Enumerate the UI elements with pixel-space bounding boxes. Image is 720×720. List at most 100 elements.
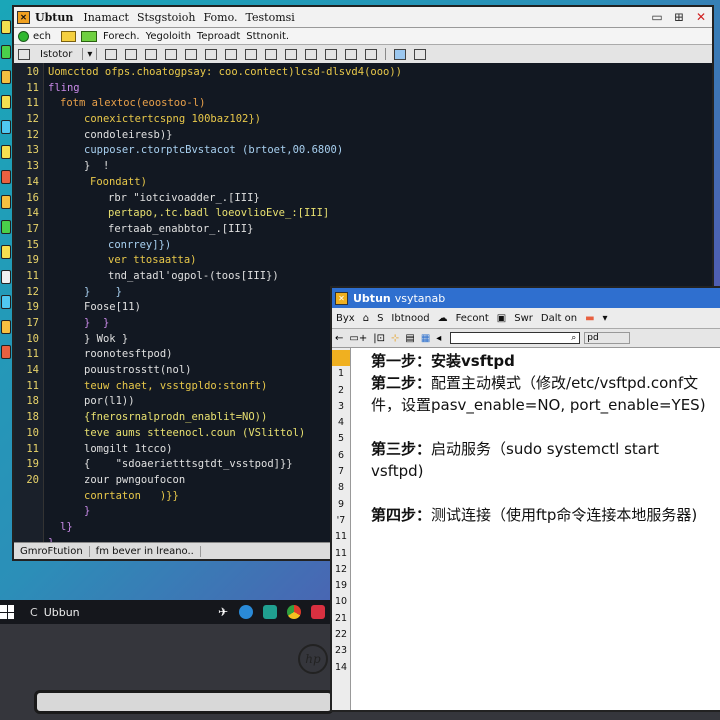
desktop-app-icon[interactable] bbox=[1, 345, 11, 359]
line-number: 17 bbox=[26, 222, 39, 235]
menu-item[interactable]: Teproadt bbox=[197, 31, 240, 42]
dropdown-icon[interactable]: ▾ bbox=[87, 49, 92, 60]
desktop-app-icon[interactable] bbox=[1, 95, 11, 109]
chrome-icon[interactable] bbox=[287, 605, 301, 619]
menu-item[interactable]: Dalt on bbox=[541, 313, 577, 324]
menu-item[interactable]: Fecont bbox=[456, 313, 489, 324]
editor-toolbar: Istotor ▾ bbox=[14, 45, 712, 64]
back-icon[interactable]: ← bbox=[335, 333, 343, 344]
title-menu-item[interactable]: Testomsi bbox=[246, 11, 295, 24]
line-number: 18 bbox=[26, 395, 39, 408]
line-number: 11 bbox=[334, 531, 348, 543]
line-number: 18 bbox=[26, 411, 39, 424]
search-input[interactable]: ⌕ bbox=[450, 332, 581, 344]
edge-browser-icon[interactable] bbox=[239, 605, 253, 619]
divider bbox=[82, 48, 84, 60]
minimize-button[interactable]: ▭ bbox=[646, 8, 668, 26]
folder-icon[interactable] bbox=[61, 30, 76, 42]
split-icon[interactable]: |⊡ bbox=[373, 333, 385, 344]
maximize-button[interactable]: ⊞ bbox=[668, 8, 690, 26]
notepad-body[interactable]: 1 2 3 4 5 6 7 8 9'7 11 11 12 19 10 21 22 23 14 第一步：安装vsft… bbox=[332, 348, 720, 710]
notepad-app-name: Ubtun bbox=[353, 291, 391, 305]
line-number: 8 bbox=[337, 482, 345, 494]
taskbar-app-label[interactable]: Ubbun bbox=[44, 606, 80, 619]
desktop-app-icon[interactable] bbox=[1, 295, 11, 309]
desktop-app-icon[interactable] bbox=[1, 320, 11, 334]
line-number: 14 bbox=[26, 175, 39, 188]
line-number-gutter: 10 11 11 12 12 13 13 14 16 14 17 15 19 11 12 19 17 10 11 14… bbox=[14, 63, 44, 543]
cut-icon[interactable] bbox=[165, 48, 178, 60]
color-bar-icon[interactable]: ▬ bbox=[585, 313, 594, 324]
desktop-app-icon[interactable] bbox=[1, 20, 11, 34]
menu-item[interactable]: Yegoloith bbox=[146, 31, 191, 42]
bookmark-icon[interactable] bbox=[325, 48, 338, 60]
panel-icon[interactable]: ▦ bbox=[421, 333, 430, 344]
notepad-menubar: Byx ⌂ S Ibtnood ☁ Fecont ▣ Swr Dalt on ▬… bbox=[332, 308, 720, 329]
line-number: 12 bbox=[26, 113, 39, 126]
paste-icon[interactable] bbox=[205, 48, 218, 60]
notepad-text[interactable]: 第一步：安装vsftpd 第二步：配置主动模式（修改/etc/vsftpd.co… bbox=[351, 348, 720, 710]
desktop-app-icon[interactable] bbox=[1, 170, 11, 184]
search-icon[interactable]: C bbox=[30, 606, 38, 619]
desktop-app-icon[interactable] bbox=[1, 220, 11, 234]
cloud-icon[interactable]: ☁ bbox=[438, 313, 448, 324]
split-icon[interactable] bbox=[414, 48, 427, 60]
redo-icon[interactable] bbox=[245, 48, 258, 60]
menu-item[interactable]: Swr bbox=[514, 313, 533, 324]
desktop-app-icon[interactable] bbox=[1, 270, 11, 284]
chevron-down-icon[interactable]: ▾ bbox=[603, 313, 608, 324]
menu-item[interactable]: Sttnonit. bbox=[246, 31, 289, 42]
start-button[interactable] bbox=[0, 605, 14, 619]
menu-item[interactable]: S bbox=[377, 313, 383, 324]
line-number: 19 bbox=[334, 580, 348, 592]
line-number: 12 bbox=[334, 563, 348, 575]
code-line: ver ttosaatta) bbox=[108, 254, 197, 267]
open-file-icon[interactable] bbox=[125, 48, 138, 60]
panel-icon[interactable] bbox=[394, 48, 407, 60]
document-icon[interactable]: ▤ bbox=[405, 333, 414, 344]
notepad-window: ✕ Ubtun vsytanab Byx ⌂ S Ibtnood ☁ Fecon… bbox=[330, 286, 720, 712]
desktop-app-icon[interactable] bbox=[1, 120, 11, 134]
home-icon[interactable] bbox=[305, 48, 318, 60]
desktop-app-icon[interactable] bbox=[1, 195, 11, 209]
desktop-app-icon[interactable] bbox=[1, 145, 11, 159]
new-file-icon[interactable] bbox=[105, 48, 118, 60]
line-number: 11 bbox=[26, 269, 39, 282]
menu-item[interactable]: Byx bbox=[336, 313, 355, 324]
desktop-app-icon[interactable] bbox=[1, 70, 11, 84]
store-icon[interactable] bbox=[263, 605, 277, 619]
menu-item[interactable]: Forech. bbox=[103, 31, 140, 42]
desktop-app-icon[interactable] bbox=[1, 45, 11, 59]
close-button[interactable]: ✕ bbox=[690, 8, 712, 26]
line-number: 6 bbox=[337, 449, 345, 461]
menu-item[interactable]: Ibtnood bbox=[391, 313, 429, 324]
checkbox-icon[interactable] bbox=[18, 48, 30, 60]
home-icon[interactable]: ⌂ bbox=[363, 313, 369, 324]
title-menu-item[interactable]: Inamact bbox=[83, 11, 129, 24]
line-number: 7 bbox=[337, 466, 345, 478]
line-number: 11 bbox=[26, 348, 39, 361]
new-icon[interactable]: ▭+ bbox=[349, 333, 367, 344]
line-number: 11 bbox=[26, 81, 39, 94]
forward-icon[interactable]: ◂ bbox=[436, 333, 441, 344]
highlight-icon[interactable]: ⊹ bbox=[391, 333, 399, 344]
title-menu-item[interactable]: Stsgstoioh bbox=[137, 11, 196, 24]
line-number: 19 bbox=[26, 254, 39, 267]
title-menu-item[interactable]: Fomo. bbox=[204, 11, 238, 24]
search-icon[interactable]: ⌕ bbox=[571, 333, 576, 343]
copy-icon[interactable] bbox=[185, 48, 198, 60]
replace-icon[interactable] bbox=[285, 48, 298, 60]
settings-icon[interactable] bbox=[365, 48, 378, 60]
close-tab-icon[interactable] bbox=[345, 48, 358, 60]
mail-icon[interactable] bbox=[311, 605, 325, 619]
tag-icon[interactable] bbox=[81, 30, 97, 42]
pin-icon[interactable]: ✈ bbox=[218, 605, 228, 619]
undo-icon[interactable] bbox=[225, 48, 238, 60]
menu-item[interactable]: ech bbox=[33, 31, 51, 42]
line-number: '7 bbox=[336, 514, 346, 526]
desktop-app-icon[interactable] bbox=[1, 245, 11, 259]
find-icon[interactable] bbox=[265, 48, 278, 60]
panel-icon[interactable]: ▣ bbox=[497, 313, 506, 324]
save-icon[interactable] bbox=[145, 48, 158, 60]
toolbar-label[interactable]: Istotor bbox=[40, 49, 72, 60]
